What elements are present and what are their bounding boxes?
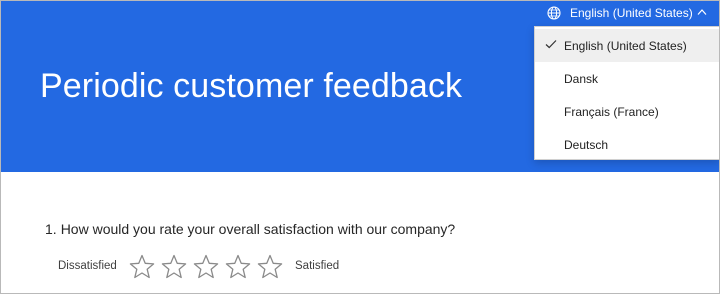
- language-option-label: Deutsch: [564, 138, 609, 152]
- question-number: 1.: [45, 221, 57, 237]
- rating-star-3[interactable]: [193, 254, 219, 279]
- language-option-dansk[interactable]: Dansk: [535, 62, 719, 95]
- rating-star-4[interactable]: [225, 254, 251, 279]
- language-option-label: Dansk: [564, 72, 599, 86]
- language-option-francais[interactable]: Français (France): [535, 95, 719, 128]
- language-option-label: Français (France): [564, 105, 659, 119]
- rating-high-label: Satisfied: [295, 260, 340, 272]
- form-page: Periodic customer feedback English (Unit…: [0, 0, 720, 294]
- question-1: 1. How would you rate your overall satisf…: [45, 221, 455, 237]
- language-current-label: English (United States): [570, 6, 693, 20]
- rating-star-5[interactable]: [257, 254, 283, 279]
- language-option-english-us[interactable]: English (United States): [535, 29, 719, 62]
- language-dropdown-menu: English (United States) Dansk Français (…: [534, 26, 719, 161]
- rating-star-2[interactable]: [161, 254, 187, 279]
- chevron-up-icon: [697, 9, 707, 15]
- question-text: How would you rate your overall satisfac…: [60, 221, 456, 237]
- language-option-deutsch[interactable]: Deutsch: [535, 128, 719, 161]
- rating-low-label: Dissatisfied: [58, 260, 117, 272]
- globe-icon: [547, 6, 561, 20]
- form-title: Periodic customer feedback: [40, 67, 463, 105]
- language-selector[interactable]: English (United States): [534, 1, 719, 26]
- language-option-label: English (United States): [564, 39, 687, 53]
- rating-star-1[interactable]: [129, 254, 155, 279]
- checkmark-icon: [545, 40, 557, 49]
